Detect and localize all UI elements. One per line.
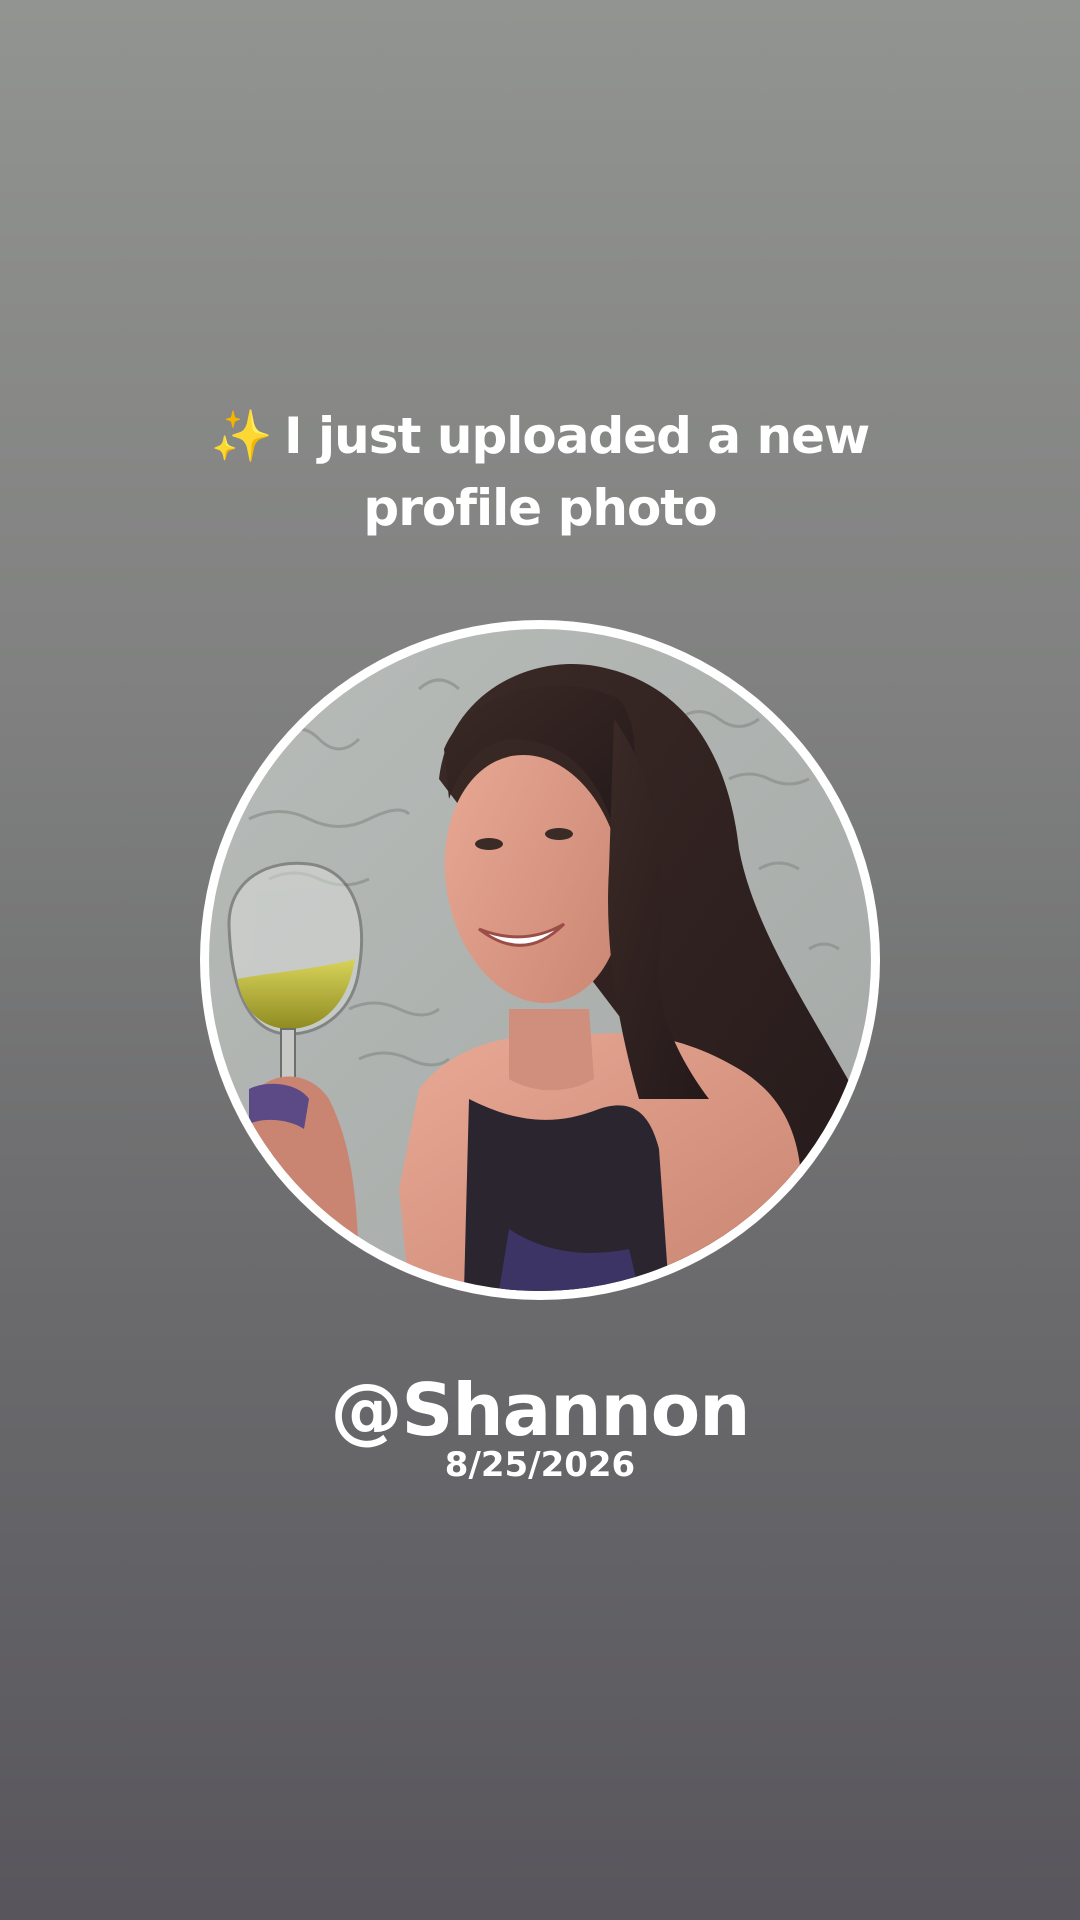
avatar[interactable] xyxy=(209,629,871,1291)
sparkles-icon: ✨ xyxy=(210,407,273,465)
new-profile-photo-card: ✨ I just uploaded a new profile photo @S… xyxy=(0,0,1080,1920)
announcement-headline: ✨ I just uploaded a new profile photo xyxy=(140,400,940,544)
profile-photo xyxy=(209,629,871,1291)
announcement-text: I just uploaded a new profile photo xyxy=(284,407,870,537)
upload-date: 8/25/2026 xyxy=(444,1445,636,1485)
username[interactable]: @Shannon xyxy=(140,1368,940,1452)
avatar-border xyxy=(200,620,880,1300)
